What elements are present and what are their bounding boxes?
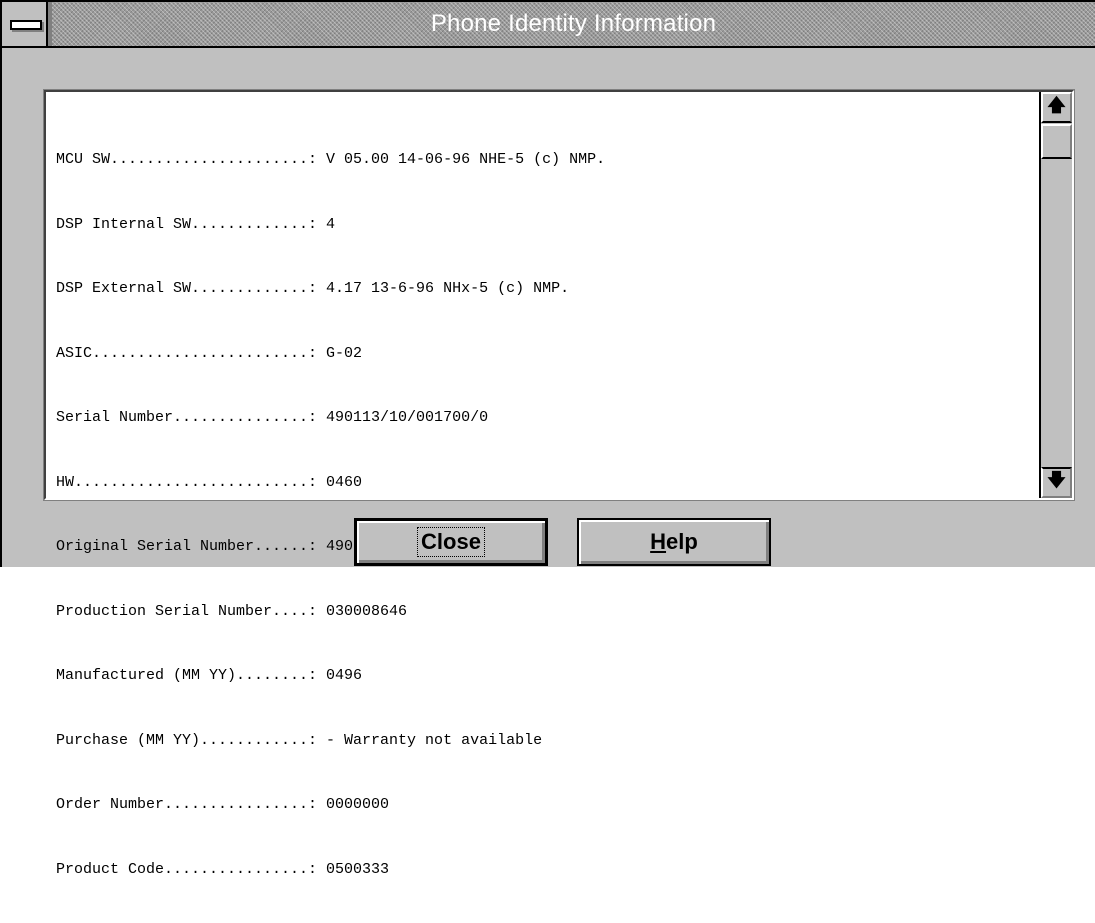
arrow-down-icon: 🡇 bbox=[1047, 469, 1066, 491]
system-menu-icon bbox=[10, 20, 42, 30]
vertical-scrollbar[interactable]: 🡅 🡇 bbox=[1039, 92, 1072, 498]
info-line-manufactured: Manufactured (MM YY)........: 0496 bbox=[56, 667, 363, 684]
scroll-up-button[interactable]: 🡅 bbox=[1041, 92, 1072, 123]
info-line-asic: ASIC........................: G-02 bbox=[56, 344, 363, 362]
info-line-order-number: Order Number................: 0000000 bbox=[56, 796, 390, 813]
close-button-label: Close bbox=[417, 527, 485, 557]
help-button-label: Help bbox=[650, 529, 698, 555]
info-line-dsp-external-sw: DSP External SW.............: 4.17 13-6-… bbox=[56, 280, 570, 297]
help-button[interactable]: Help bbox=[577, 518, 771, 566]
window-title: Phone Identity Information bbox=[430, 10, 717, 37]
info-line-serial-number: Serial Number...............: 490113/10/… bbox=[56, 409, 489, 426]
info-line-hw: HW..........................: 0460 bbox=[56, 473, 363, 491]
title-bar[interactable]: Phone Identity Information bbox=[2, 2, 1095, 48]
info-line-purchase: Purchase (MM YY)............: - Warranty… bbox=[56, 731, 543, 749]
phone-identity-dialog: Phone Identity Information MCU SW.......… bbox=[0, 0, 1095, 878]
help-label-rest: elp bbox=[666, 529, 698, 554]
help-mnemonic: H bbox=[650, 529, 667, 554]
identity-info-textbox[interactable]: MCU SW......................: V 05.00 14… bbox=[43, 89, 1075, 878]
arrow-up-icon: 🡅 bbox=[1047, 94, 1066, 116]
scrollbar-track[interactable] bbox=[1041, 159, 1072, 467]
scrollbar-thumb[interactable] bbox=[1041, 124, 1072, 159]
info-line-mcu-sw: MCU SW......................: V 05.00 14… bbox=[56, 151, 606, 168]
info-line-production-serial: Production Serial Number....: 030008646 bbox=[56, 602, 408, 620]
info-line-product-code: Product Code................: 0500333 bbox=[56, 860, 390, 878]
info-line-dsp-internal-sw: DSP Internal SW.............: 4 bbox=[56, 215, 336, 233]
system-menu-button[interactable] bbox=[2, 2, 48, 46]
identity-info-lines: MCU SW......................: V 05.00 14… bbox=[56, 106, 605, 923]
close-button[interactable]: Close bbox=[354, 518, 548, 566]
scroll-down-button[interactable]: 🡇 bbox=[1041, 467, 1072, 498]
